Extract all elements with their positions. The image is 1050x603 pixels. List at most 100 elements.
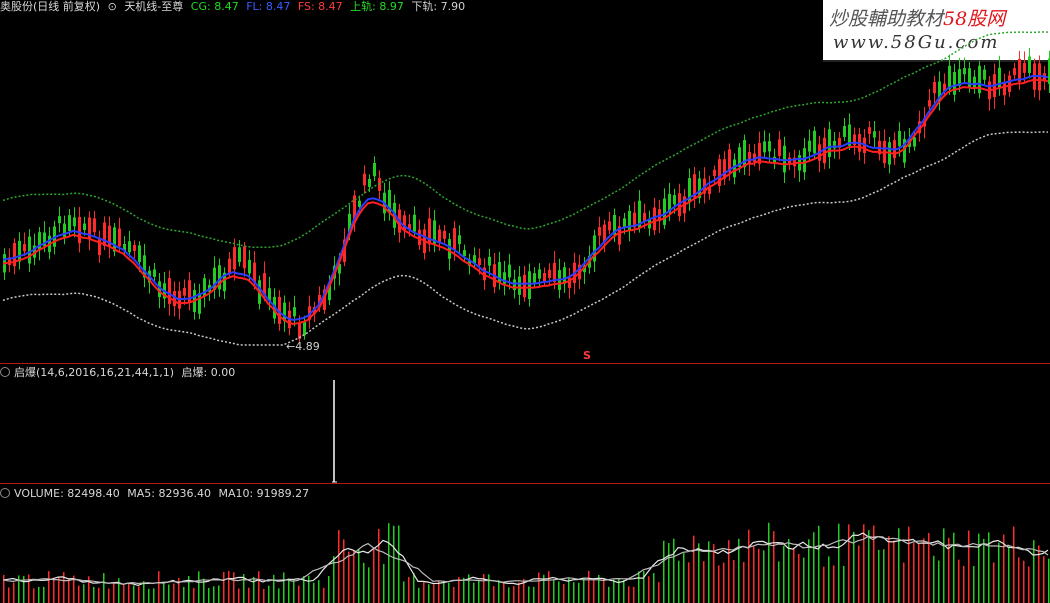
signal-marker-label: S (583, 349, 591, 362)
candle-body (963, 68, 966, 75)
volume-bar (278, 588, 280, 603)
volume-pane-header: VOLUME: 82498.40 MA5: 82936.40 MA10: 919… (0, 487, 313, 501)
volume-bar (518, 582, 520, 603)
candle-body (1008, 75, 1011, 92)
volume-bar (353, 551, 355, 603)
candle-body (873, 131, 876, 138)
volume-bar (463, 577, 465, 603)
volume-bar (378, 528, 380, 603)
volume-bar (863, 524, 865, 603)
candle-body (293, 307, 296, 317)
volume-bar (623, 580, 625, 603)
volume-bar (1018, 557, 1020, 603)
volume-bar (493, 586, 495, 603)
volume-title[interactable]: VOLUME: 82498.40 (14, 487, 120, 500)
candle-body (538, 269, 541, 279)
candle-body (453, 228, 456, 250)
candle-body (828, 129, 831, 158)
qibao-title[interactable]: 启爆(14,6,2016,16,21,44,1,1) (14, 366, 174, 379)
volume-bar (443, 581, 445, 603)
candle-body (598, 227, 601, 236)
volume-bar (43, 586, 45, 603)
pane-collapse-icon[interactable] (0, 367, 10, 377)
volume-bar (393, 525, 395, 603)
volume-bar (33, 588, 35, 603)
volume-bar (438, 581, 440, 603)
pane-separator-2[interactable] (0, 483, 1050, 484)
volume-bar (233, 572, 235, 603)
volume-bar (313, 582, 315, 603)
candle-body (543, 272, 546, 282)
candle-body (768, 141, 771, 152)
volume-bar (783, 545, 785, 603)
candle-body (253, 262, 256, 283)
volume-bar (403, 581, 405, 603)
volume-bar (648, 576, 650, 603)
candle-body (973, 76, 976, 89)
volume-bar (658, 582, 660, 603)
candle-body (913, 137, 916, 147)
volume-bar (968, 530, 970, 603)
volume-bar (3, 574, 5, 603)
volume-bar (888, 536, 890, 603)
candle-body (778, 139, 781, 156)
candle-body (528, 271, 531, 300)
candle-body (38, 232, 41, 251)
volume-bar (48, 571, 50, 603)
candle-body (168, 278, 171, 304)
volume-bar (808, 539, 810, 603)
volume-bar (673, 538, 675, 603)
candle-body (18, 240, 21, 262)
volume-bar (603, 578, 605, 603)
volume-bar (268, 585, 270, 603)
pane-separator-1[interactable] (0, 363, 1050, 364)
candle-body (303, 321, 306, 336)
candle-body (898, 130, 901, 147)
volume-bar (558, 581, 560, 603)
candle-body (153, 269, 156, 277)
volume-bar (223, 571, 225, 603)
volume-bar (213, 586, 215, 603)
candle-body (233, 247, 236, 270)
volume-bar (408, 577, 410, 603)
candle-body (243, 246, 246, 269)
candle-body (23, 244, 26, 252)
upper-band-line (2, 31, 1049, 249)
volume-bar (778, 561, 780, 603)
volume-bar (288, 578, 290, 603)
volume-bar (753, 545, 755, 603)
kline-chart[interactable] (0, 0, 1050, 603)
volume-bar (908, 526, 910, 603)
volume-bar (98, 587, 100, 603)
candle-body (93, 218, 96, 233)
volume-bar (933, 555, 935, 603)
volume-bar (248, 587, 250, 603)
volume-bar (398, 525, 400, 603)
volume-bar (973, 566, 975, 603)
volume-bar (693, 535, 695, 603)
volume-bar (208, 587, 210, 603)
pane-collapse-icon[interactable] (0, 488, 10, 498)
volume-bar (448, 582, 450, 603)
volume-bar (823, 566, 825, 603)
volume-bar (1043, 556, 1045, 603)
volume-bar (13, 582, 15, 603)
candle-body (183, 287, 186, 296)
volume-bar (653, 573, 655, 603)
volume-bar (163, 582, 165, 603)
volume-bar (688, 562, 690, 603)
volume-bar (368, 567, 370, 603)
candle-body (133, 244, 136, 251)
volume-bar (568, 578, 570, 603)
volume-bar (813, 532, 815, 603)
candle-body (1013, 68, 1016, 76)
candle-body (458, 235, 461, 245)
volume-bar (963, 565, 965, 603)
candle-body (78, 216, 81, 244)
volume-bar (68, 578, 70, 603)
candle-body (623, 218, 626, 228)
candle-body (363, 173, 366, 186)
volume-bar (418, 587, 420, 603)
volume-bar (838, 523, 840, 603)
volume-bar (128, 583, 130, 603)
